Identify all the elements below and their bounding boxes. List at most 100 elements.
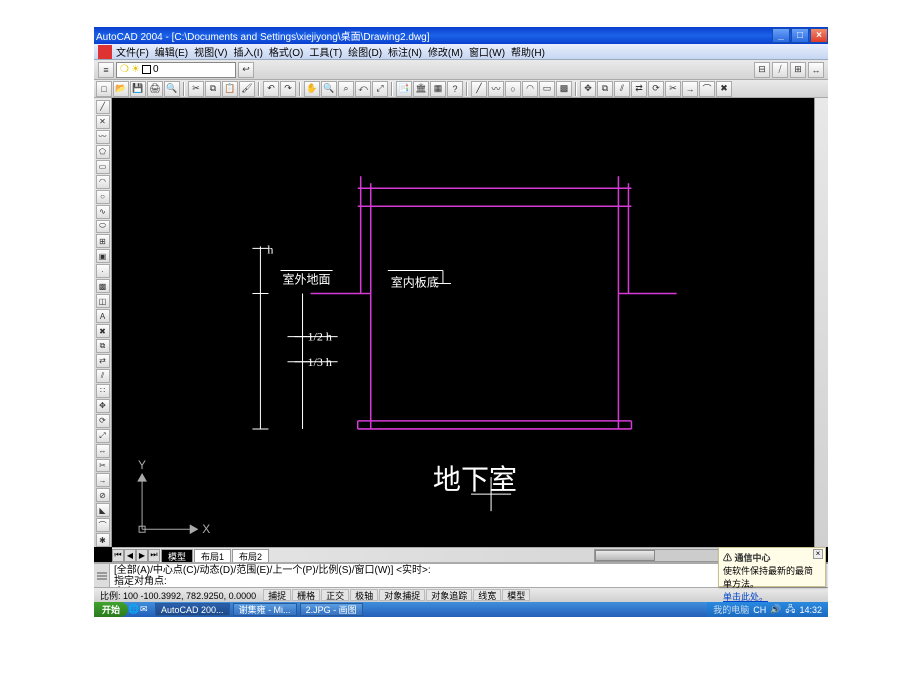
zoom-prev-icon[interactable]: ⤺ xyxy=(355,81,371,97)
tool-text-icon[interactable]: A xyxy=(96,309,110,323)
start-button[interactable]: 开始 xyxy=(94,602,128,617)
menu-file[interactable]: 文件(F) xyxy=(116,44,149,59)
vertical-scrollbar[interactable] xyxy=(814,98,828,547)
tool-trim2-icon[interactable]: ✂ xyxy=(96,459,110,473)
tool-extend2-icon[interactable]: → xyxy=(96,473,110,487)
tool-hatch-icon[interactable]: ▩ xyxy=(96,279,110,293)
copy2-icon[interactable]: ⧉ xyxy=(597,81,613,97)
redo-icon[interactable]: ↷ xyxy=(280,81,296,97)
open-icon[interactable]: 📂 xyxy=(113,81,129,97)
tool-insert-icon[interactable]: ⊞ xyxy=(96,234,110,248)
pline-icon[interactable]: 〰 xyxy=(488,81,504,97)
tab-model[interactable]: 模型 xyxy=(161,549,193,562)
zoom-extents-icon[interactable]: ⤢ xyxy=(372,81,388,97)
tool-arc-icon[interactable]: ◠ xyxy=(96,175,110,189)
fillet-icon[interactable]: ⌒ xyxy=(699,81,715,97)
cmd-grip-icon[interactable] xyxy=(94,564,110,587)
tool-move2-icon[interactable]: ✥ xyxy=(96,399,110,413)
hatch-icon[interactable]: ▩ xyxy=(556,81,572,97)
mirror-icon[interactable]: ⇄ xyxy=(631,81,647,97)
close-button[interactable]: × xyxy=(810,28,828,43)
quick-launch-icon-2[interactable]: ✉ xyxy=(140,604,152,616)
preview-icon[interactable]: 🔍 xyxy=(164,81,180,97)
menu-edit[interactable]: 编辑(E) xyxy=(155,44,188,59)
tool-region-icon[interactable]: ◫ xyxy=(96,294,110,308)
offset-icon[interactable]: ⫽ xyxy=(614,81,630,97)
tab-prev-icon[interactable]: ◀ xyxy=(124,549,136,562)
menu-dim[interactable]: 标注(N) xyxy=(388,44,422,59)
task-autocad[interactable]: AutoCAD 200... xyxy=(155,603,230,616)
tab-layout1[interactable]: 布局1 xyxy=(194,549,231,562)
tool-stretch-icon[interactable]: ↔ xyxy=(96,444,110,458)
tool-rotate2-icon[interactable]: ⟳ xyxy=(96,414,110,428)
toggle-snap[interactable]: 捕捉 xyxy=(263,589,291,601)
task-word[interactable]: 谢集雍 - Mi... xyxy=(233,603,297,616)
toggle-polar[interactable]: 极轴 xyxy=(350,589,378,601)
tool-explode-icon[interactable]: ✱ xyxy=(96,533,110,547)
move-icon[interactable]: ✥ xyxy=(580,81,596,97)
dim-aligned-icon[interactable]: ⧸ xyxy=(772,62,788,78)
tool-line-icon[interactable]: ╱ xyxy=(96,100,110,114)
tool-mirror2-icon[interactable]: ⇄ xyxy=(96,354,110,368)
layer-prev-icon[interactable]: ↩ xyxy=(238,62,254,78)
new-icon[interactable]: □ xyxy=(96,81,112,97)
line-icon[interactable]: ╱ xyxy=(471,81,487,97)
paste-icon[interactable]: 📋 xyxy=(222,81,238,97)
tool-offset2-icon[interactable]: ⫽ xyxy=(96,369,110,383)
rotate-icon[interactable]: ⟳ xyxy=(648,81,664,97)
tool-pline-icon[interactable]: 〰 xyxy=(96,130,110,144)
balloon-link[interactable]: 单击此处。 xyxy=(723,592,768,602)
drawing-canvas[interactable]: X Y xyxy=(112,98,814,547)
menu-modify[interactable]: 修改(M) xyxy=(428,44,463,59)
tray-net-icon[interactable]: 🖧 xyxy=(785,602,795,618)
zoom-realtime-icon[interactable]: 🔍 xyxy=(321,81,337,97)
pan-icon[interactable]: ✋ xyxy=(304,81,320,97)
menu-insert[interactable]: 插入(I) xyxy=(233,44,262,59)
layer-properties-icon[interactable]: ≡ xyxy=(98,62,114,78)
toggle-lwt[interactable]: 线宽 xyxy=(473,589,501,601)
dim-continue-icon[interactable]: ⊞ xyxy=(790,62,806,78)
trim-icon[interactable]: ✂ xyxy=(665,81,681,97)
menu-draw[interactable]: 绘图(D) xyxy=(348,44,382,59)
tool-break-icon[interactable]: ⊘ xyxy=(96,488,110,502)
tool-chamfer-icon[interactable]: ◣ xyxy=(96,503,110,517)
toolpalettes-icon[interactable]: ▦ xyxy=(430,81,446,97)
rect-icon[interactable]: ▭ xyxy=(539,81,555,97)
balloon-close-button[interactable]: × xyxy=(813,549,823,559)
layer-select[interactable]: ❍ ☀ 0 xyxy=(116,62,236,78)
hscroll-thumb[interactable] xyxy=(595,550,655,561)
minimize-button[interactable]: _ xyxy=(772,28,790,43)
help-icon[interactable]: ? xyxy=(447,81,463,97)
tool-spline-icon[interactable]: ∿ xyxy=(96,205,110,219)
save-icon[interactable]: 💾 xyxy=(130,81,146,97)
erase-icon[interactable]: ✖ xyxy=(716,81,732,97)
circle-icon[interactable]: ○ xyxy=(505,81,521,97)
tool-block-icon[interactable]: ▣ xyxy=(96,249,110,263)
toggle-grid[interactable]: 栅格 xyxy=(292,589,320,601)
menu-format[interactable]: 格式(O) xyxy=(269,44,303,59)
toggle-otrack[interactable]: 对象追踪 xyxy=(426,589,472,601)
menu-help[interactable]: 帮助(H) xyxy=(511,44,545,59)
tool-fillet2-icon[interactable]: ⌒ xyxy=(96,518,110,532)
menu-tools[interactable]: 工具(T) xyxy=(309,44,342,59)
task-paint[interactable]: 2.JPG - 画图 xyxy=(300,603,363,616)
extend-icon[interactable]: → xyxy=(682,81,698,97)
tool-rect-icon[interactable]: ▭ xyxy=(96,160,110,174)
tool-point-icon[interactable]: · xyxy=(96,264,110,278)
designcenter-icon[interactable]: 🏛 xyxy=(413,81,429,97)
tab-last-icon[interactable]: ⏭ xyxy=(148,549,160,562)
toggle-osnap[interactable]: 对象捕捉 xyxy=(379,589,425,601)
print-icon[interactable]: 🖨 xyxy=(147,81,163,97)
tab-next-icon[interactable]: ▶ xyxy=(136,549,148,562)
arc-icon[interactable]: ◠ xyxy=(522,81,538,97)
tray-mycomputer[interactable]: 我的电脑 xyxy=(713,603,749,616)
menu-window[interactable]: 窗口(W) xyxy=(469,44,505,59)
cut-icon[interactable]: ✂ xyxy=(188,81,204,97)
properties-icon[interactable]: 📑 xyxy=(396,81,412,97)
tool-scale-icon[interactable]: ⤢ xyxy=(96,429,110,443)
toggle-ortho[interactable]: 正交 xyxy=(321,589,349,601)
tray-vol-icon[interactable]: 🔊 xyxy=(770,604,781,615)
matchprop-icon[interactable]: 🖌 xyxy=(239,81,255,97)
tool-erase2-icon[interactable]: ✖ xyxy=(96,324,110,338)
dim-style-icon[interactable]: ↔ xyxy=(808,62,824,78)
